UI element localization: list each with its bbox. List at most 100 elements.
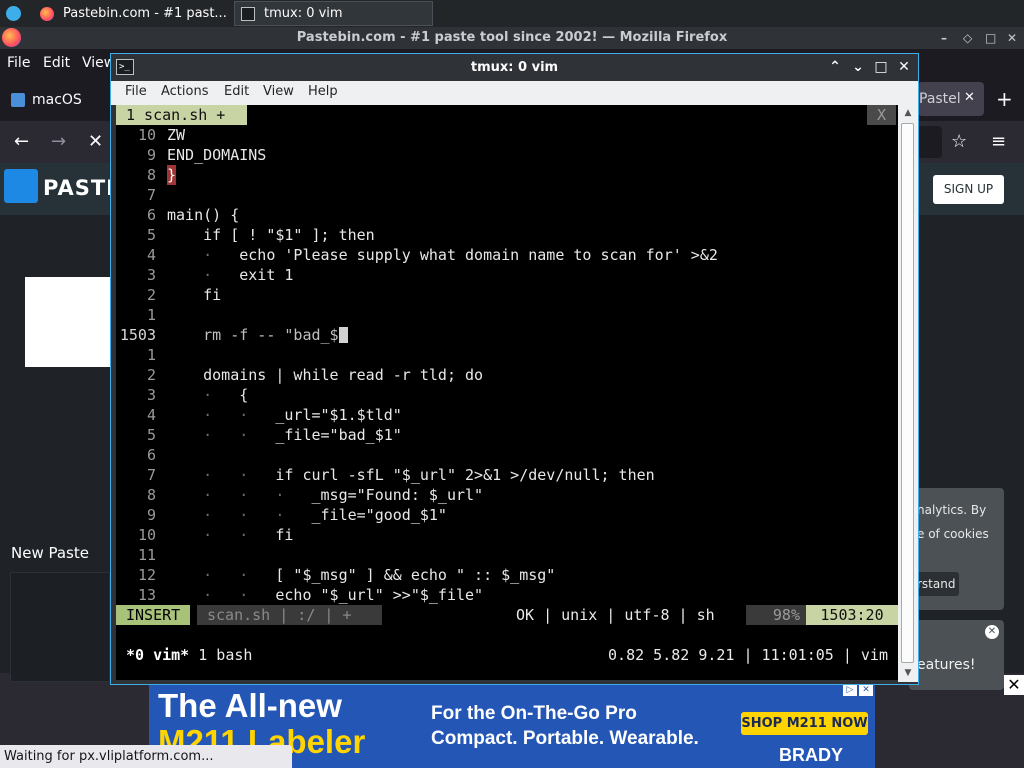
line-code: · · echo "$_url" >>"$_file" bbox=[203, 586, 484, 604]
text-cursor bbox=[338, 327, 348, 343]
menu-actions[interactable]: Actions bbox=[161, 84, 209, 99]
scroll-up-icon[interactable]: ▲ bbox=[901, 107, 915, 119]
menu-file[interactable]: File bbox=[7, 55, 30, 71]
line-number: 3 bbox=[146, 266, 156, 284]
terminal-icon bbox=[241, 6, 255, 21]
minimize-button[interactable]: – bbox=[941, 27, 947, 49]
macos-icon bbox=[11, 93, 25, 107]
vim-line[interactable]: 3 · exit 1 bbox=[116, 265, 898, 285]
line-code: · · [ "$_msg" ] && echo " :: $_msg" bbox=[203, 566, 556, 584]
vim-tab-close[interactable]: X bbox=[867, 105, 896, 125]
close-button[interactable]: ✕ bbox=[895, 58, 913, 76]
menu-view[interactable]: View bbox=[263, 84, 294, 99]
restore-button[interactable]: ⌄ bbox=[849, 58, 867, 76]
menu-file[interactable]: File bbox=[125, 84, 147, 99]
ad-info-icon[interactable]: ▷ bbox=[843, 684, 857, 696]
stop-button[interactable]: ✕ bbox=[88, 131, 103, 152]
scrollbar[interactable]: ▲ ▼ bbox=[898, 105, 918, 682]
tab-macos[interactable]: macOS bbox=[0, 83, 110, 117]
line-code: · · if curl -sfL "$_url" 2>&1 >/dev/null… bbox=[203, 466, 655, 484]
vim-line[interactable]: 1503 rm -f -- "bad_$ bbox=[116, 325, 898, 345]
features-text: eatures! bbox=[917, 657, 976, 673]
line-number: 11 bbox=[137, 546, 156, 564]
vim-line[interactable]: 3 · { bbox=[116, 385, 898, 405]
forward-button[interactable]: → bbox=[51, 131, 66, 152]
vim-line[interactable]: 7 bbox=[116, 185, 898, 205]
signup-button[interactable]: SIGN UP bbox=[933, 175, 1004, 204]
line-number: 1503 bbox=[119, 326, 156, 344]
app-launcher-icon[interactable] bbox=[6, 6, 21, 21]
tmux-active-window[interactable]: *0 vim* bbox=[126, 646, 189, 664]
firefox-titlebar: Pastebin.com - #1 paste tool since 2002!… bbox=[0, 27, 1024, 49]
back-button[interactable]: ← bbox=[14, 131, 29, 152]
cookie-notice: nalytics. By e of cookies rstand bbox=[909, 488, 1004, 610]
vim-line[interactable]: 13 · · echo "$_url" >>"$_file" bbox=[116, 585, 898, 605]
tab-pastebin[interactable]: Pastel ✕ bbox=[918, 82, 984, 116]
new-tab-button[interactable]: + bbox=[996, 87, 1013, 111]
task-firefox[interactable]: Pastebin.com - #1 past... bbox=[34, 1, 232, 26]
vim-line[interactable]: 8} bbox=[116, 165, 898, 185]
close-ad-button[interactable]: ✕ bbox=[1004, 675, 1024, 695]
close-button[interactable]: ✕ bbox=[1007, 27, 1017, 49]
ad-headline: The All-new bbox=[158, 687, 342, 724]
vim-tab[interactable]: 1 scan.sh + bbox=[116, 105, 247, 125]
vim-line[interactable]: 1 bbox=[116, 345, 898, 365]
menu-edit[interactable]: Edit bbox=[43, 55, 70, 71]
vim-line[interactable]: 12 · · [ "$_msg" ] && echo " :: $_msg" bbox=[116, 565, 898, 585]
vim-line[interactable]: 10 · · fi bbox=[116, 525, 898, 545]
line-code: · echo 'Please supply what domain name t… bbox=[203, 246, 718, 264]
pastebin-logo-icon[interactable] bbox=[4, 169, 38, 203]
maximize-button[interactable]: □ bbox=[872, 58, 890, 76]
close-icon[interactable]: ✕ bbox=[985, 625, 999, 639]
vim-line[interactable]: 9 · · · _file="good_$1" bbox=[116, 505, 898, 525]
vim-line[interactable]: 11 bbox=[116, 545, 898, 565]
scroll-down-icon[interactable]: ▼ bbox=[901, 667, 915, 679]
line-number: 9 bbox=[146, 146, 156, 164]
line-number: 6 bbox=[146, 206, 156, 224]
tab-label: macOS bbox=[32, 92, 82, 108]
vim-line[interactable]: 5 if [ ! "$1" ]; then bbox=[116, 225, 898, 245]
vim-line[interactable]: 5 · · _file="bad_$1" bbox=[116, 425, 898, 445]
vim-line[interactable]: 8 · · · _msg="Found: $_url" bbox=[116, 485, 898, 505]
firefox-icon bbox=[2, 28, 21, 47]
terminal-title: tmux: 0 vim bbox=[470, 60, 559, 75]
terminal-screen[interactable]: 1 scan.sh + X 10 ZW 9 END_DOMAINS 8} 7 6 main()… bbox=[116, 105, 898, 680]
line-code: · exit 1 bbox=[203, 266, 294, 284]
url-bar[interactable] bbox=[918, 126, 942, 158]
ad-brand: BRADY bbox=[779, 745, 844, 765]
line-number: 4 bbox=[146, 246, 156, 264]
vim-line[interactable]: 4 · · _url="$1.$tld" bbox=[116, 405, 898, 425]
vim-line[interactable]: 1 bbox=[116, 305, 898, 325]
maximize-button[interactable]: □ bbox=[985, 27, 996, 49]
line-code: · · fi bbox=[203, 526, 294, 544]
vim-line[interactable]: 7 · · if curl -sfL "$_url" 2>&1 >/dev/nu… bbox=[116, 465, 898, 485]
menu-edit[interactable]: Edit bbox=[224, 84, 249, 99]
bookmark-star-icon[interactable]: ☆ bbox=[951, 131, 967, 152]
cookie-text: nalytics. By bbox=[917, 503, 987, 517]
ad-tagline: Compact. Portable. Wearable. bbox=[431, 728, 699, 749]
terminal-titlebar[interactable]: >_ tmux: 0 vim ⌃ ⌄ □ ✕ bbox=[111, 54, 918, 81]
line-code: domains | while read -r tld; do bbox=[167, 366, 484, 384]
tmux-window-list[interactable]: 1 bash bbox=[189, 646, 252, 664]
vim-line[interactable]: 10 ZW bbox=[116, 125, 898, 145]
close-tab-icon[interactable]: ✕ bbox=[964, 90, 975, 105]
scroll-thumb[interactable] bbox=[901, 123, 914, 663]
vim-line[interactable]: 4 · echo 'Please supply what domain name… bbox=[116, 245, 898, 265]
line-number: 6 bbox=[146, 446, 156, 464]
menu-help[interactable]: Help bbox=[308, 84, 338, 99]
task-terminal[interactable]: tmux: 0 vim bbox=[234, 1, 433, 26]
line-number: 1 bbox=[146, 306, 156, 324]
vim-line[interactable]: 2 domains | while read -r tld; do bbox=[116, 365, 898, 385]
vim-line[interactable]: 6 main() { bbox=[116, 205, 898, 225]
line-code: main() { bbox=[167, 206, 240, 224]
line-number: 8 bbox=[146, 166, 156, 184]
keep-above-button[interactable]: ◇ bbox=[963, 27, 972, 49]
ad-cta-button[interactable]: SHOP M211 NOW bbox=[741, 712, 868, 735]
minimize-button[interactable]: ⌃ bbox=[826, 58, 844, 76]
vim-line[interactable]: 9 END_DOMAINS bbox=[116, 145, 898, 165]
vim-line[interactable]: 2 fi bbox=[116, 285, 898, 305]
ad-close-icon[interactable]: ✕ bbox=[859, 684, 873, 696]
app-menu-icon[interactable]: ≡ bbox=[991, 131, 1006, 152]
new-paste-heading: New Paste bbox=[11, 544, 89, 562]
vim-line[interactable]: 6 bbox=[116, 445, 898, 465]
